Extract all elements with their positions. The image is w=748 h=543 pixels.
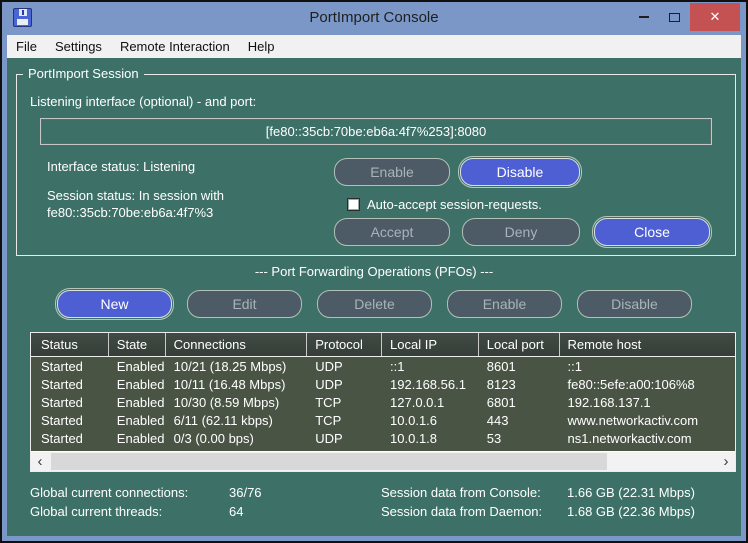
- column-header-remote-host[interactable]: Remote host: [560, 333, 735, 356]
- pfo-table: Status State Connections Protocol Local …: [30, 332, 736, 472]
- cell-protocol: TCP: [307, 393, 382, 411]
- column-header-connections[interactable]: Connections: [166, 333, 308, 356]
- menu-file[interactable]: File: [7, 35, 46, 58]
- cell-protocol: UDP: [307, 375, 382, 393]
- cell-status: Started: [31, 411, 109, 429]
- threads-value: 64: [229, 502, 262, 521]
- close-icon: ✕: [710, 9, 721, 25]
- table-row[interactable]: Started Enabled 10/11 (16.48 Mbps) UDP 1…: [31, 375, 735, 393]
- cell-local-ip: 10.0.1.6: [382, 411, 479, 429]
- cell-local-ip: 10.0.1.8: [382, 429, 479, 447]
- minimize-button[interactable]: [630, 6, 658, 28]
- cell-protocol: TCP: [307, 411, 382, 429]
- column-header-state[interactable]: State: [109, 333, 166, 356]
- table-row[interactable]: Started Enabled 10/30 (8.59 Mbps) TCP 12…: [31, 393, 735, 411]
- threads-label: Global current threads:: [30, 502, 229, 521]
- table-row[interactable]: Started Enabled 0/3 (0.00 bps) UDP 10.0.…: [31, 429, 735, 447]
- cell-protocol: UDP: [307, 357, 382, 375]
- app-window: PortImport Console ✕ File Settings Remot…: [0, 0, 748, 543]
- cell-remote-host: ns1.networkactiv.com: [560, 429, 735, 447]
- cell-connections: 10/21 (18.25 Mbps): [166, 357, 308, 375]
- cell-local-ip: ::1: [382, 357, 479, 375]
- cell-connections: 0/3 (0.00 bps): [166, 429, 308, 447]
- pfo-enable-button[interactable]: Enable: [447, 290, 562, 318]
- pfo-disable-button[interactable]: Disable: [577, 290, 692, 318]
- cell-state: Enabled: [109, 375, 166, 393]
- scrollbar-thumb[interactable]: [51, 453, 607, 470]
- cell-state: Enabled: [109, 357, 166, 375]
- cell-connections: 10/11 (16.48 Mbps): [166, 375, 308, 393]
- table-row[interactable]: Started Enabled 6/11 (62.11 kbps) TCP 10…: [31, 411, 735, 429]
- scroll-right-icon[interactable]: ›: [717, 452, 735, 471]
- cell-connections: 10/30 (8.59 Mbps): [166, 393, 308, 411]
- cell-protocol: UDP: [307, 429, 382, 447]
- cell-remote-host: www.networkactiv.com: [560, 411, 735, 429]
- disable-interface-button[interactable]: Disable: [460, 158, 580, 186]
- cell-local-port: 53: [479, 429, 560, 447]
- cell-local-port: 6801: [479, 393, 560, 411]
- cell-local-ip: 127.0.0.1: [382, 393, 479, 411]
- cell-status: Started: [31, 375, 109, 393]
- minimize-icon: [639, 16, 649, 18]
- table-row[interactable]: Started Enabled 10/21 (18.25 Mbps) UDP :…: [31, 357, 735, 375]
- session-status-text-line1: Session status: In session with: [47, 188, 224, 203]
- cell-status: Started: [31, 393, 109, 411]
- session-data-stats: Session data from Console: 1.66 GB (22.3…: [381, 483, 695, 521]
- menu-remote-interaction[interactable]: Remote Interaction: [111, 35, 239, 58]
- pfo-delete-button[interactable]: Delete: [317, 290, 432, 318]
- interface-status-text: Interface status: Listening: [47, 159, 195, 174]
- scroll-left-icon[interactable]: ‹: [31, 452, 49, 471]
- auto-accept-row: Auto-accept session-requests.: [347, 197, 542, 212]
- close-session-button[interactable]: Close: [594, 218, 710, 246]
- column-header-status[interactable]: Status: [31, 333, 109, 356]
- listening-interface-input[interactable]: [40, 118, 712, 145]
- cell-state: Enabled: [109, 393, 166, 411]
- menu-settings[interactable]: Settings: [46, 35, 111, 58]
- cell-status: Started: [31, 357, 109, 375]
- table-header-row: Status State Connections Protocol Local …: [31, 333, 735, 357]
- session-status-text-line2: fe80::35cb:70be:eb6a:4f7%3: [47, 205, 213, 220]
- menu-help[interactable]: Help: [239, 35, 284, 58]
- daemon-data-value: 1.68 GB (22.36 Mbps): [567, 502, 695, 521]
- pfo-heading: --- Port Forwarding Operations (PFOs) --…: [7, 264, 741, 279]
- group-title: PortImport Session: [23, 66, 144, 81]
- global-stats: Global current connections: 36/76 Global…: [30, 483, 262, 521]
- cell-connections: 6/11 (62.11 kbps): [166, 411, 308, 429]
- connections-label: Global current connections:: [30, 483, 229, 502]
- cell-local-port: 8601: [479, 357, 560, 375]
- menu-bar: File Settings Remote Interaction Help: [7, 35, 741, 58]
- auto-accept-checkbox[interactable]: [347, 198, 360, 211]
- console-data-label: Session data from Console:: [381, 483, 567, 502]
- cell-status: Started: [31, 429, 109, 447]
- cell-remote-host: 192.168.137.1: [560, 393, 735, 411]
- cell-remote-host: fe80::5efe:a00:106%8: [560, 375, 735, 393]
- close-window-button[interactable]: ✕: [690, 3, 740, 31]
- column-header-local-ip[interactable]: Local IP: [382, 333, 479, 356]
- pfo-new-button[interactable]: New: [57, 290, 172, 318]
- maximize-button[interactable]: [660, 6, 688, 28]
- client-area: PortImport Session Listening interface (…: [7, 58, 741, 536]
- enable-interface-button[interactable]: Enable: [334, 158, 450, 186]
- cell-remote-host: ::1: [560, 357, 735, 375]
- cell-state: Enabled: [109, 429, 166, 447]
- auto-accept-label: Auto-accept session-requests.: [367, 197, 542, 212]
- cell-local-port: 8123: [479, 375, 560, 393]
- cell-local-ip: 192.168.56.1: [382, 375, 479, 393]
- pfo-edit-button[interactable]: Edit: [187, 290, 302, 318]
- horizontal-scrollbar[interactable]: ‹ ›: [31, 451, 735, 471]
- maximize-icon: [669, 13, 680, 22]
- titlebar: PortImport Console ✕: [2, 2, 746, 34]
- console-data-value: 1.66 GB (22.31 Mbps): [567, 483, 695, 502]
- column-header-protocol[interactable]: Protocol: [307, 333, 382, 356]
- connections-value: 36/76: [229, 483, 262, 502]
- cell-state: Enabled: [109, 411, 166, 429]
- listening-interface-label: Listening interface (optional) - and por…: [30, 94, 256, 109]
- daemon-data-label: Session data from Daemon:: [381, 502, 567, 521]
- cell-local-port: 443: [479, 411, 560, 429]
- deny-session-button[interactable]: Deny: [462, 218, 580, 246]
- column-header-local-port[interactable]: Local port: [479, 333, 560, 356]
- accept-session-button[interactable]: Accept: [334, 218, 450, 246]
